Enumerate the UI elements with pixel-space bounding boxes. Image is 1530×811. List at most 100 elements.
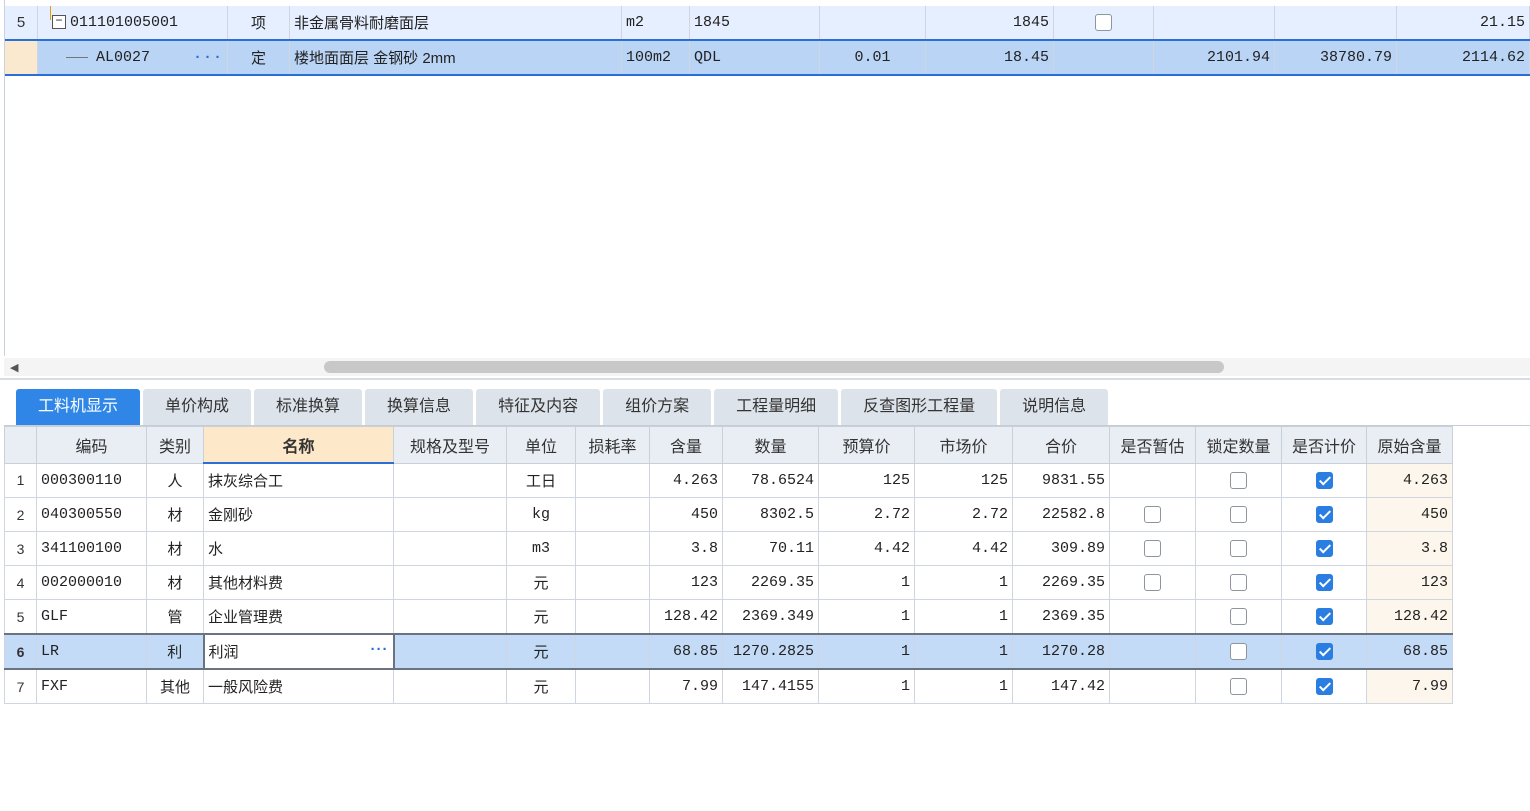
quantity-header[interactable]: 数量 — [722, 426, 819, 464]
provisional-cell[interactable] — [1109, 599, 1196, 635]
spec-cell[interactable] — [393, 565, 507, 600]
original-content-cell[interactable]: 7.99 — [1366, 668, 1453, 704]
name-cell[interactable]: 楼地面面层 金钢砂 2mm — [289, 39, 622, 76]
original-content-cell[interactable]: 4.263 — [1366, 462, 1453, 498]
original-content-cell[interactable]: 68.85 — [1366, 633, 1453, 670]
content-cell[interactable]: 3.8 — [649, 531, 723, 566]
market-price-cell[interactable]: 1 — [914, 668, 1013, 704]
lock-qty-cell[interactable] — [1195, 531, 1282, 566]
resource-row[interactable]: 4 002000010 材其他材料费元 123 2269.35 1 1 2269.35 123 — [4, 565, 1453, 600]
unit-cell[interactable]: 元 — [506, 565, 576, 600]
unit-cell[interactable]: kg — [506, 497, 576, 532]
code-cell[interactable]: GLF — [36, 599, 147, 635]
name-cell[interactable]: 抹灰综合工 — [203, 462, 394, 498]
collapse-icon[interactable]: − — [52, 15, 66, 30]
priced-checkbox[interactable] — [1315, 540, 1333, 558]
name-cell[interactable]: 企业管理费 — [203, 599, 394, 635]
quantity-cell[interactable]: 1270.2825 — [722, 633, 819, 670]
spec-cell[interactable] — [393, 462, 507, 498]
priced-checkbox[interactable] — [1315, 678, 1333, 696]
value-cell[interactable]: 2101.94 — [1153, 39, 1275, 76]
budget-price-cell[interactable]: 1 — [818, 565, 915, 600]
budget-price-cell[interactable]: 125 — [818, 462, 915, 498]
category-cell[interactable]: 其他 — [146, 668, 204, 704]
loss-rate-cell[interactable] — [575, 497, 650, 532]
provisional-header[interactable]: 是否暂估 — [1109, 426, 1196, 464]
lock-qty-cell[interactable] — [1195, 599, 1282, 635]
loss-rate-header[interactable]: 损耗率 — [575, 426, 650, 464]
priced-cell[interactable] — [1281, 633, 1367, 670]
tab-0[interactable]: 工料机显示 — [16, 389, 141, 425]
total-cell[interactable]: 309.89 — [1012, 531, 1110, 566]
tab-3[interactable]: 换算信息 — [365, 389, 474, 425]
lock-qty-cell[interactable] — [1195, 633, 1282, 670]
resource-row[interactable]: 5 GLF 管企业管理费元 128.42 2369.349 1 1 2369.35 128.42 — [4, 599, 1453, 635]
expression-cell[interactable]: 1845 — [689, 6, 820, 41]
content-cell[interactable]: 128.42 — [649, 599, 723, 635]
budget-price-cell[interactable]: 1 — [818, 668, 915, 704]
code-cell[interactable]: 000300110 — [36, 462, 147, 498]
original-content-cell[interactable]: 3.8 — [1366, 531, 1453, 566]
budget-price-cell[interactable]: 2.72 — [818, 497, 915, 532]
total-header[interactable]: 合价 — [1012, 426, 1110, 464]
content-cell[interactable]: 123 — [649, 565, 723, 600]
provisional-checkbox[interactable] — [1144, 506, 1161, 524]
name-cell[interactable]: 利润 ··· — [202, 633, 395, 670]
loss-rate-cell[interactable] — [575, 668, 650, 704]
value-cell[interactable] — [1153, 6, 1275, 41]
total-cell[interactable]: 147.42 — [1012, 668, 1110, 704]
code-cell[interactable]: AL0027 ··· — [37, 39, 228, 76]
priced-cell[interactable] — [1281, 462, 1367, 498]
spec-cell[interactable] — [393, 531, 507, 566]
market-price-cell[interactable]: 1 — [914, 633, 1013, 670]
more-icon[interactable]: ··· — [371, 641, 389, 658]
lock-qty-checkbox[interactable] — [1230, 643, 1247, 661]
provisional-cell[interactable] — [1109, 668, 1196, 704]
lock-qty-cell[interactable] — [1195, 668, 1282, 704]
quantity-cell[interactable]: 70.11 — [722, 531, 819, 566]
unit-cell[interactable]: m2 — [621, 6, 690, 41]
content-header[interactable]: 含量 — [649, 426, 723, 464]
priced-cell[interactable] — [1281, 599, 1367, 635]
tab-4[interactable]: 特征及内容 — [476, 389, 601, 425]
category-cell[interactable]: 材 — [146, 565, 204, 600]
quantity-cell[interactable]: 147.4155 — [722, 668, 819, 704]
total-cell[interactable]: 9831.55 — [1012, 462, 1110, 498]
row-checkbox[interactable] — [1095, 14, 1112, 32]
market-price-cell[interactable]: 4.42 — [914, 531, 1013, 566]
more-icon[interactable]: ··· — [193, 49, 223, 66]
spec-cell[interactable] — [393, 497, 507, 532]
unit-header[interactable]: 单位 — [506, 426, 576, 464]
bill-row[interactable]: 5−011101005001 项非金属骨料耐磨面层 m2 1845 1845 21.15 — [5, 6, 1530, 41]
content-cell[interactable]: 4.263 — [649, 462, 723, 498]
horizontal-scrollbar[interactable]: ◀ — [4, 358, 1530, 376]
type-cell[interactable]: 项 — [227, 6, 290, 41]
value-cell[interactable]: 38780.79 — [1274, 39, 1397, 76]
tab-1[interactable]: 单价构成 — [143, 389, 252, 425]
total-cell[interactable]: 22582.8 — [1012, 497, 1110, 532]
expression-cell[interactable]: QDL — [689, 39, 820, 76]
quantity-cell[interactable]: 1845 — [925, 6, 1054, 41]
loss-rate-cell[interactable] — [575, 633, 650, 670]
lock-qty-header[interactable]: 锁定数量 — [1195, 426, 1282, 464]
row-number-header[interactable] — [4, 426, 37, 464]
name-cell[interactable]: 非金属骨料耐磨面层 — [289, 6, 622, 41]
lock-qty-cell[interactable] — [1195, 462, 1282, 498]
coefficient-cell[interactable] — [819, 6, 926, 41]
unit-cell[interactable]: 100m2 — [621, 39, 690, 76]
lock-qty-checkbox[interactable] — [1230, 608, 1247, 626]
priced-checkbox[interactable] — [1315, 472, 1333, 490]
priced-header[interactable]: 是否计价 — [1281, 426, 1367, 464]
category-cell[interactable]: 材 — [146, 531, 204, 566]
category-cell[interactable]: 管 — [146, 599, 204, 635]
category-header[interactable]: 类别 — [146, 426, 204, 464]
resource-row[interactable]: 6 LR 利利润 ··· 元 68.85 1270.2825 1 1 1270.28 68.85 — [4, 633, 1453, 670]
lock-qty-checkbox[interactable] — [1230, 540, 1247, 558]
code-cell[interactable]: −011101005001 — [37, 6, 228, 41]
category-cell[interactable]: 材 — [146, 497, 204, 532]
name-header[interactable]: 名称 — [203, 426, 394, 464]
coefficient-cell[interactable]: 0.01 — [819, 39, 926, 76]
lock-qty-checkbox[interactable] — [1230, 678, 1247, 696]
code-cell[interactable]: LR — [36, 633, 147, 670]
provisional-cell[interactable] — [1109, 497, 1196, 532]
